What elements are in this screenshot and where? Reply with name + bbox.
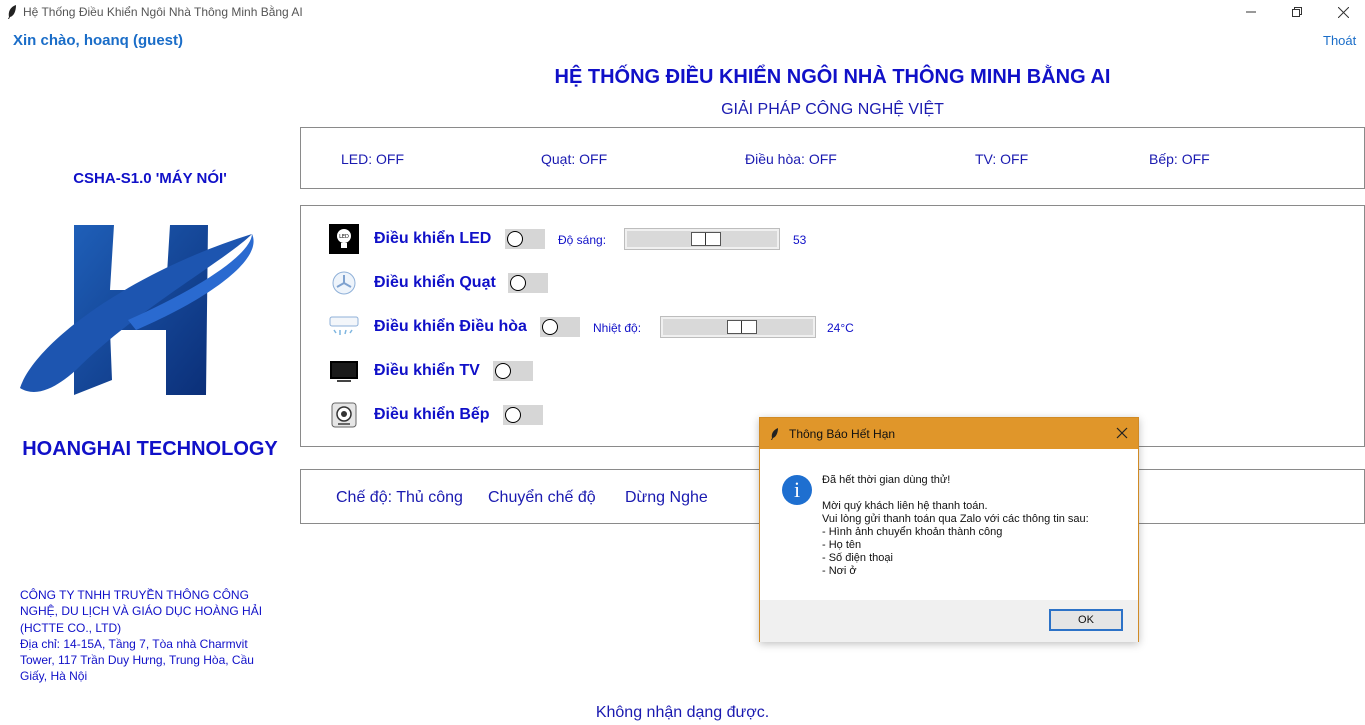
minimize-button[interactable] (1228, 0, 1274, 24)
dialog-message: Đã hết thời gian dùng thử! Mời quý khách… (822, 474, 1122, 578)
status-panel: LED: OFF Quạt: OFF Điều hòa: OFF TV: OFF… (300, 127, 1365, 189)
fan-icon (329, 268, 359, 298)
fan-toggle[interactable] (508, 273, 548, 293)
dialog-line: Đã hết thời gian dùng thử! (822, 474, 951, 486)
svg-text:LED: LED (339, 234, 349, 240)
page-subtitle: GIẢI PHÁP CÔNG NGHỆ VIỆT (721, 101, 944, 118)
status-stove: Bếp: OFF (1149, 151, 1210, 167)
company-line: NGHỆ, DU LỊCH VÀ GIÁO DỤC HOÀNG HẢI (20, 604, 263, 619)
dialog-line: - Nơi ở (822, 565, 857, 577)
tv-icon (329, 356, 359, 386)
ac-toggle[interactable] (540, 317, 580, 337)
tv-control-label: Điều khiển TV (374, 362, 480, 379)
stove-icon (329, 400, 359, 430)
company-line: Giấy, Hà Nội (20, 669, 88, 684)
brightness-slider[interactable] (624, 228, 780, 250)
led-bulb-icon: LED (329, 224, 359, 254)
status-ac: Điều hòa: OFF (745, 151, 837, 167)
temperature-label: Nhiệt độ: (593, 321, 642, 335)
company-line: Địa chỉ: 14-15A, Tầng 7, Tòa nhà Charmvi… (20, 636, 248, 651)
toggle-knob (505, 407, 521, 423)
temperature-slider[interactable] (660, 316, 816, 338)
restore-button[interactable] (1274, 0, 1320, 24)
dialog-line: Vui lòng gửi thanh toán qua Zalo với các… (822, 513, 1089, 525)
expiration-dialog: Thông Báo Hết Hạn i Đã hết thời gian dùn… (759, 417, 1139, 642)
temperature-value: 24°C (827, 321, 854, 335)
title-bar: Hệ Thống Điều Khiển Ngôi Nhà Thông Minh … (0, 0, 1365, 24)
control-panel: LED Điều khiển LED Độ sáng: 53 Điều khiể… (300, 205, 1365, 447)
mode-status: Chế độ: Thủ công (336, 489, 463, 506)
led-toggle[interactable] (505, 229, 545, 249)
toggle-knob (495, 363, 511, 379)
brand-name: HOANGHAI TECHNOLOGY (22, 438, 278, 460)
window-title: Hệ Thống Điều Khiển Ngôi Nhà Thông Minh … (23, 5, 303, 19)
status-tv: TV: OFF (975, 151, 1029, 167)
greeting-text: Xin chào, hoanq (guest) (13, 32, 184, 49)
status-led: LED: OFF (341, 151, 405, 167)
company-line: (HCTTE CO., LTD) (20, 620, 122, 635)
feather-icon (8, 5, 16, 19)
led-control-label: Điều khiển LED (374, 230, 492, 247)
minimize-icon (1246, 11, 1256, 13)
brightness-label: Độ sáng: (558, 233, 607, 247)
toggle-knob (510, 275, 526, 291)
dialog-title: Thông Báo Hết Hạn (789, 427, 896, 441)
company-line: Tower, 117 Trần Duy Hưng, Trung Hòa, Cầu (20, 653, 254, 668)
air-conditioner-icon (329, 312, 359, 342)
app-window: Hệ Thống Điều Khiển Ngôi Nhà Thông Minh … (0, 0, 1365, 725)
stop-listening-button[interactable]: Dừng Nghe (625, 489, 708, 507)
company-info: CÔNG TY TNHH TRUYỀN THÔNG CÔNG NGHỆ, DU … (20, 587, 285, 685)
stove-toggle[interactable] (503, 405, 543, 425)
restore-icon (1292, 7, 1302, 17)
fan-control-label: Điều khiển Quạt (374, 274, 496, 291)
tv-toggle[interactable] (493, 361, 533, 381)
company-line: CÔNG TY TNHH TRUYỀN THÔNG CÔNG (20, 588, 249, 602)
stove-control-label: Điều khiển Bếp (374, 406, 490, 423)
info-icon: i (782, 475, 812, 505)
ok-button[interactable]: OK (1049, 609, 1123, 631)
switch-mode-button[interactable]: Chuyển chế độ (488, 489, 596, 507)
page-title: HỆ THỐNG ĐIỀU KHIỂN NGÔI NHÀ THÔNG MINH … (554, 66, 1111, 88)
dialog-line: - Hình ảnh chuyển khoản thành công (822, 526, 1003, 538)
slider-thumb[interactable] (691, 232, 721, 246)
status-fan: Quạt: OFF (541, 151, 608, 167)
close-icon (1337, 6, 1349, 18)
close-button[interactable] (1320, 0, 1365, 24)
ac-control-label: Điều khiển Điều hòa (374, 318, 527, 335)
brightness-value: 53 (793, 233, 807, 247)
slider-thumb[interactable] (727, 320, 757, 334)
feather-icon (771, 428, 778, 440)
dialog-close-icon[interactable] (1115, 426, 1129, 440)
model-name: CSHA-S1.0 'MÁY NÓI' (73, 170, 227, 187)
logout-link[interactable]: Thoát (1323, 33, 1356, 48)
toggle-knob (507, 231, 523, 247)
hoanghai-logo (20, 225, 254, 395)
dialog-line: - Họ tên (822, 539, 862, 551)
dialog-footer: OK (760, 600, 1138, 642)
dialog-line: Mời quý khách liên hệ thanh toán. (822, 500, 988, 512)
dialog-title-bar: Thông Báo Hết Hạn (760, 418, 1138, 449)
toggle-knob (542, 319, 558, 335)
dialog-line: - Số điện thoại (822, 552, 893, 564)
recognition-status: Không nhận dạng được. (595, 704, 770, 721)
